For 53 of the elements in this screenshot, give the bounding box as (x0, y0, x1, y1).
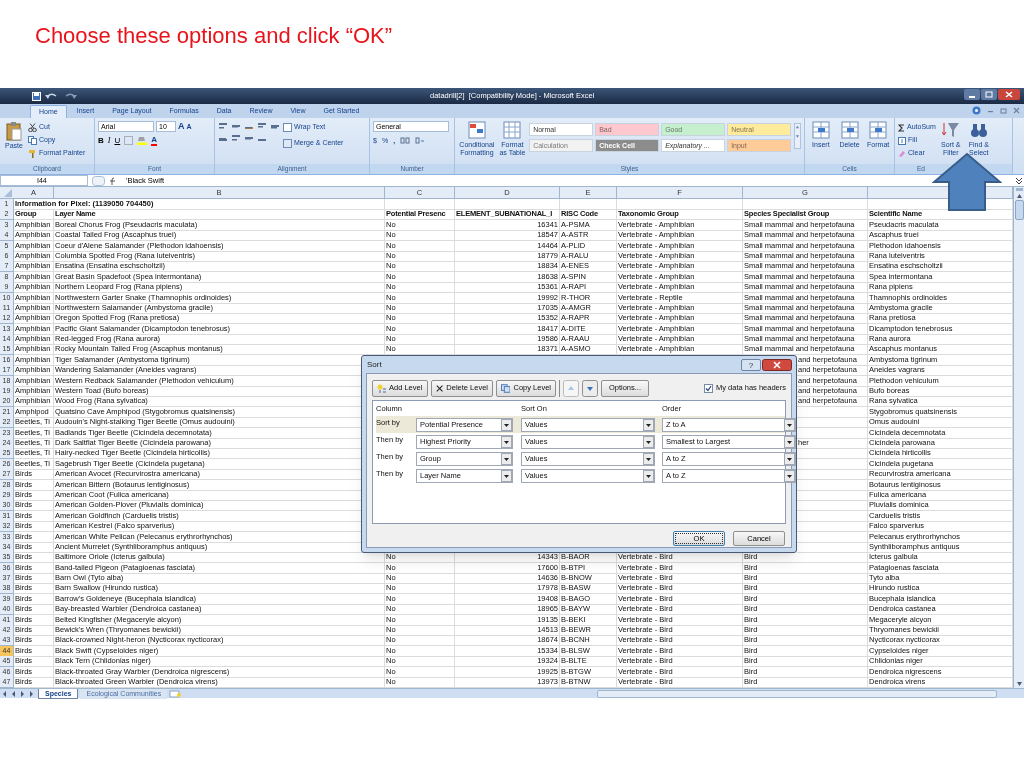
scroll-thumb[interactable] (1014, 200, 1024, 220)
orientation-icon[interactable] (257, 122, 267, 131)
add-level-icon (377, 383, 386, 393)
fill-color-icon[interactable] (137, 136, 148, 145)
binoculars-icon (969, 121, 988, 139)
align-left-icon[interactable] (270, 122, 280, 131)
align-top-icon[interactable] (218, 122, 228, 131)
fill-down-icon (898, 136, 906, 145)
merge-icon (283, 139, 292, 148)
decrease-decimal-icon[interactable] (415, 136, 426, 145)
font-color-button[interactable]: A (151, 135, 157, 146)
funnel-icon (941, 121, 960, 139)
underline-button[interactable]: U (114, 135, 121, 146)
table-icon (467, 121, 486, 139)
grow-font-button[interactable]: A (178, 121, 185, 132)
align-right-icon[interactable] (231, 134, 241, 143)
minimize-icon[interactable] (964, 89, 980, 100)
gallery-scroll-icon[interactable] (794, 121, 801, 151)
empty-cell (560, 199, 617, 210)
sigma-icon (898, 123, 905, 132)
checkbox[interactable] (703, 383, 713, 393)
table-icon (503, 121, 522, 139)
clipboard-icon (6, 121, 22, 141)
delete-icon (436, 383, 444, 393)
undo-icon[interactable] (45, 91, 59, 101)
grid-icon (811, 121, 830, 139)
help-button[interactable]: ? (741, 358, 761, 371)
eraser-icon (898, 149, 906, 158)
move-down-button[interactable] (582, 379, 598, 397)
bold-button[interactable]: B (98, 135, 104, 146)
increase-decimal-icon[interactable] (400, 136, 411, 145)
redo-icon[interactable] (63, 91, 77, 101)
grid-icon (869, 121, 888, 139)
decrease-indent-icon[interactable] (244, 134, 254, 143)
close-icon[interactable] (762, 358, 792, 371)
vertical-scrollbar[interactable] (1013, 187, 1024, 688)
grid-icon (840, 121, 859, 139)
callout-arrow (932, 152, 1002, 212)
scissors-icon (28, 123, 37, 132)
copy-icon (501, 383, 511, 393)
horizontal-scrollbar[interactable] (597, 689, 998, 698)
italic-button[interactable]: I (107, 135, 111, 146)
brush-icon (28, 149, 37, 158)
wrap-text-icon (283, 123, 292, 132)
align-middle-icon[interactable] (231, 122, 241, 131)
maximize-icon[interactable] (981, 89, 997, 100)
expand-icon[interactable] (1014, 175, 1024, 186)
slide-title: Choose these options and click “OK” (35, 22, 394, 50)
copy-icon (28, 136, 37, 145)
save-icon[interactable] (32, 91, 41, 101)
empty-cell (385, 199, 455, 210)
help-icon[interactable] (972, 106, 981, 115)
close-icon[interactable] (998, 89, 1020, 100)
